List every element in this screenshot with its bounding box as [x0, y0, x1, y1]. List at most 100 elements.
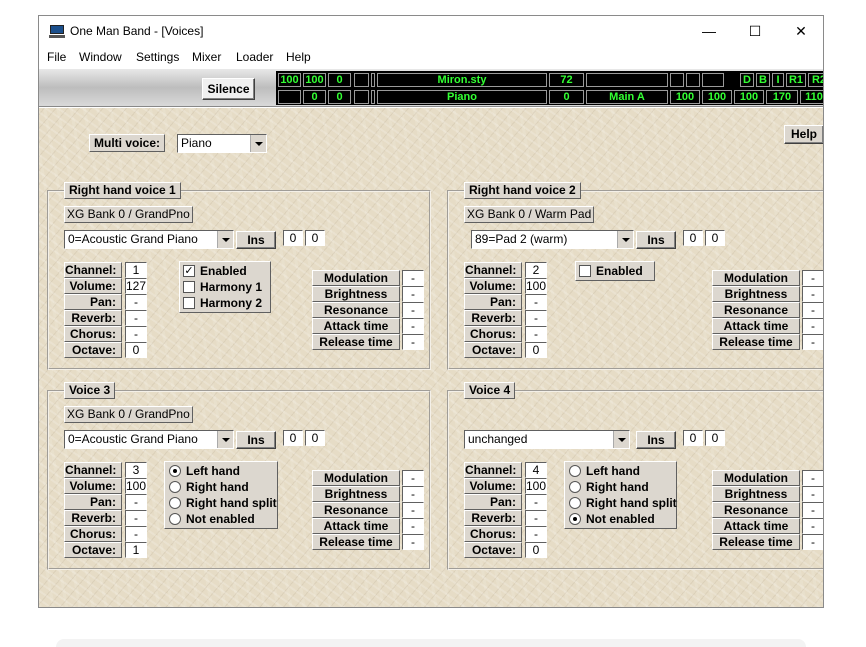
- radio-button[interactable]: [169, 481, 181, 493]
- param-value[interactable]: 0: [125, 342, 147, 358]
- multi-voice-select[interactable]: Piano: [177, 134, 267, 153]
- instrument-select[interactable]: unchanged: [464, 430, 630, 449]
- help-button[interactable]: Help: [784, 125, 823, 144]
- controller-value[interactable]: -: [402, 334, 424, 350]
- param-value[interactable]: -: [125, 310, 147, 326]
- checkbox-label: Enabled: [596, 264, 643, 278]
- checkbox[interactable]: [183, 297, 195, 309]
- ins-value[interactable]: 0: [283, 430, 303, 446]
- controller-value[interactable]: -: [402, 486, 424, 502]
- controller-value[interactable]: -: [402, 502, 424, 518]
- radio-button[interactable]: [569, 513, 581, 525]
- param-value[interactable]: -: [125, 326, 147, 342]
- ins-value[interactable]: 0: [283, 230, 303, 246]
- silence-button[interactable]: Silence: [202, 78, 255, 100]
- ins-button[interactable]: Ins: [636, 231, 676, 249]
- param-label: Pan:: [464, 494, 522, 510]
- menu-help[interactable]: Help: [286, 50, 311, 64]
- radio-button[interactable]: [569, 481, 581, 493]
- instrument-select[interactable]: 0=Acoustic Grand Piano: [64, 430, 234, 449]
- ins-value[interactable]: 0: [683, 230, 703, 246]
- chevron-down-icon[interactable]: [217, 231, 233, 248]
- controller-value[interactable]: -: [802, 534, 823, 550]
- menu-mixer[interactable]: Mixer: [192, 50, 221, 64]
- ins-value[interactable]: 0: [705, 230, 725, 246]
- param-label: Reverb:: [64, 310, 122, 326]
- controller-value[interactable]: -: [402, 470, 424, 486]
- param-value[interactable]: 0: [525, 342, 547, 358]
- controller-value[interactable]: -: [802, 318, 823, 334]
- menu-loader[interactable]: Loader: [236, 50, 273, 64]
- chevron-down-icon[interactable]: [617, 231, 633, 248]
- close-button[interactable]: ✕: [778, 16, 823, 47]
- param-value[interactable]: 100: [125, 478, 147, 494]
- radio-button[interactable]: [169, 465, 181, 477]
- controller-value[interactable]: -: [402, 302, 424, 318]
- ins-button[interactable]: Ins: [236, 431, 276, 449]
- ins-value[interactable]: 0: [305, 230, 325, 246]
- param-value[interactable]: -: [525, 294, 547, 310]
- chevron-down-icon[interactable]: [613, 431, 629, 448]
- param-label: Channel:: [464, 462, 522, 478]
- controller-value[interactable]: -: [402, 286, 424, 302]
- radio-button[interactable]: [169, 513, 181, 525]
- param-value[interactable]: -: [525, 310, 547, 326]
- radio-button[interactable]: [569, 465, 581, 477]
- param-value[interactable]: 3: [125, 462, 147, 478]
- controller-value[interactable]: -: [802, 486, 823, 502]
- maximize-button[interactable]: ☐: [732, 16, 778, 47]
- ins-value[interactable]: 0: [705, 430, 725, 446]
- controller-value[interactable]: -: [802, 502, 823, 518]
- controller-value[interactable]: -: [802, 518, 823, 534]
- controller-value[interactable]: -: [802, 270, 823, 286]
- minimize-button[interactable]: —: [686, 16, 732, 47]
- checkmark-icon[interactable]: ✓: [183, 265, 195, 277]
- param-value[interactable]: 100: [525, 278, 547, 294]
- param-label: Reverb:: [464, 510, 522, 526]
- controller-value[interactable]: -: [402, 534, 424, 550]
- param-value[interactable]: 100: [525, 478, 547, 494]
- param-value[interactable]: -: [125, 510, 147, 526]
- controller-value[interactable]: -: [802, 334, 823, 350]
- param-value[interactable]: 2: [525, 262, 547, 278]
- ins-button[interactable]: Ins: [636, 431, 676, 449]
- controller-value[interactable]: -: [802, 286, 823, 302]
- radio-button[interactable]: [569, 497, 581, 509]
- param-value[interactable]: -: [525, 510, 547, 526]
- controller-value[interactable]: -: [402, 318, 424, 334]
- chevron-down-icon[interactable]: [250, 135, 266, 152]
- menu-window[interactable]: Window: [79, 50, 122, 64]
- chevron-down-icon[interactable]: [217, 431, 233, 448]
- param-value[interactable]: -: [525, 526, 547, 542]
- ins-value[interactable]: 0: [683, 430, 703, 446]
- instrument-select[interactable]: 0=Acoustic Grand Piano: [64, 230, 234, 249]
- controller-value[interactable]: -: [802, 302, 823, 318]
- radio-label: Left hand: [586, 464, 640, 478]
- checkbox[interactable]: [183, 281, 195, 293]
- menu-settings[interactable]: Settings: [136, 50, 179, 64]
- instrument-select[interactable]: 89=Pad 2 (warm): [471, 230, 634, 249]
- checkbox[interactable]: [579, 265, 591, 277]
- ins-button[interactable]: Ins: [236, 231, 276, 249]
- param-value[interactable]: 0: [525, 542, 547, 558]
- param-value[interactable]: -: [125, 294, 147, 310]
- controller-value[interactable]: -: [402, 270, 424, 286]
- param-value[interactable]: 1: [125, 542, 147, 558]
- radio-button[interactable]: [169, 497, 181, 509]
- param-value[interactable]: -: [525, 494, 547, 510]
- controller-value[interactable]: -: [402, 518, 424, 534]
- lcd-cell: 100: [734, 90, 764, 104]
- ins-value[interactable]: 0: [305, 430, 325, 446]
- param-value[interactable]: 1: [125, 262, 147, 278]
- lcd-tempo: 72: [549, 73, 584, 87]
- param-label: Octave:: [64, 342, 122, 358]
- param-value[interactable]: -: [525, 326, 547, 342]
- param-value[interactable]: 4: [525, 462, 547, 478]
- param-value[interactable]: -: [125, 526, 147, 542]
- param-value[interactable]: 127: [125, 278, 147, 294]
- menu-file[interactable]: File: [47, 50, 66, 64]
- param-value[interactable]: -: [125, 494, 147, 510]
- param-label: Chorus:: [64, 326, 122, 342]
- param-label: Volume:: [464, 478, 522, 494]
- controller-value[interactable]: -: [802, 470, 823, 486]
